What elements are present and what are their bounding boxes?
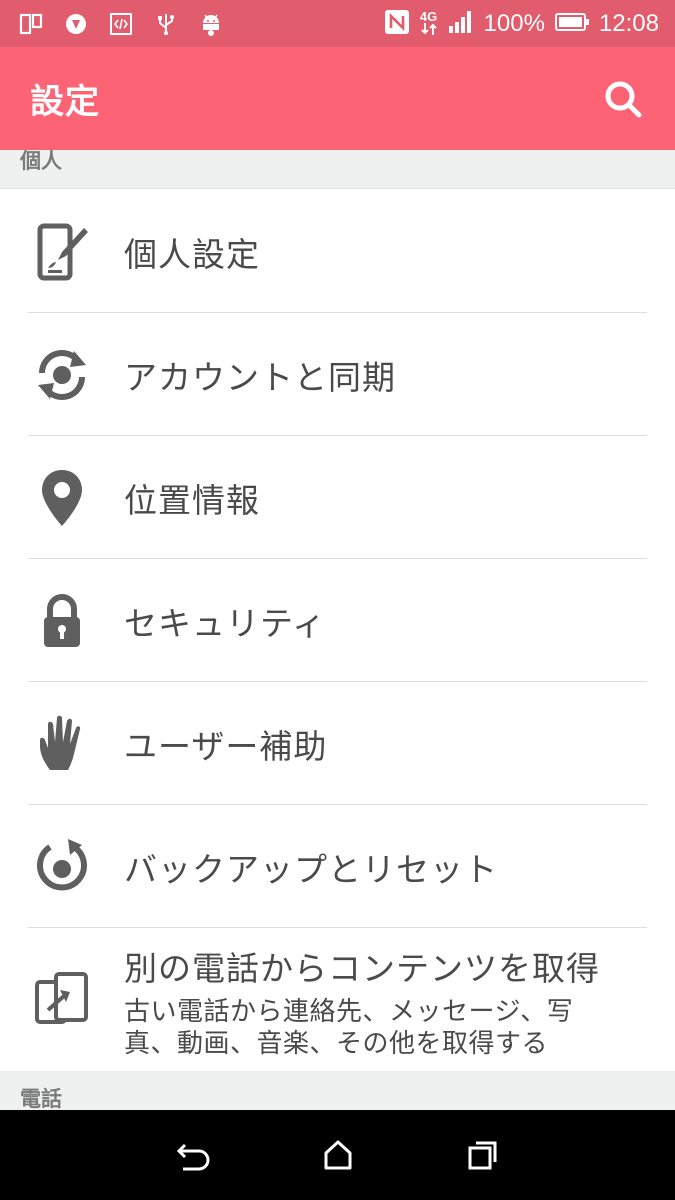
settings-item-backup-reset[interactable]: バックアップとリセット (0, 805, 675, 928)
4g-data-icon: 4G (419, 8, 438, 36)
app-bar: 設定 (0, 47, 675, 150)
settings-item-label: セキュリティ (124, 603, 327, 643)
section-header-phone: 電話 (0, 1071, 675, 1111)
settings-item-personalize[interactable]: 個人設定 (0, 190, 675, 313)
backup-icon (32, 837, 92, 897)
signal-icon (448, 10, 474, 38)
status-right-icons: 4G 100% 12:08 (374, 9, 659, 39)
settings-screen: 4G 100% 12:08 設定 個人 個人設定 アカウントと同期 位置情報 セ… (0, 0, 675, 1200)
settings-item-location[interactable]: 位置情報 (0, 436, 675, 559)
search-icon (605, 81, 642, 117)
settings-item-label: ユーザー補助 (124, 726, 328, 766)
navigation-bar (0, 1110, 675, 1200)
settings-item-sublabel: 古い電話から連絡先、メッセージ、写真、動画、音楽、その他を取得する (124, 997, 574, 1059)
nfc-icon (384, 9, 410, 39)
settings-item-accounts-sync[interactable]: アカウントと同期 (0, 313, 675, 436)
settings-item-text: 別の電話からコンテンツを取得 古い電話から連絡先、メッセージ、写真、動画、音楽、… (124, 942, 624, 1060)
settings-item-label: 別の電話からコンテンツを取得 (124, 949, 600, 988)
home-button[interactable] (308, 1125, 368, 1185)
phone-transfer-icon (32, 970, 92, 1030)
settings-item-label: バックアップとリセット (124, 849, 498, 889)
settings-item-get-content[interactable]: 別の電話からコンテンツを取得 古い電話から連絡先、メッセージ、写真、動画、音楽、… (0, 928, 675, 1071)
android-icon (198, 11, 224, 37)
home-icon (324, 1140, 351, 1170)
settings-item-label: 位置情報 (124, 480, 260, 520)
network-type: 4G (419, 8, 438, 24)
recents-icon (468, 1141, 496, 1170)
settings-list: 個人設定 アカウントと同期 位置情報 セキュリティ ユーザー補助 バックアップと… (0, 190, 675, 1071)
settings-item-accessibility[interactable]: ユーザー補助 (0, 682, 675, 805)
lock-icon (32, 591, 92, 651)
hand-icon (32, 714, 92, 774)
settings-item-label: 個人設定 (124, 234, 260, 274)
search-button[interactable] (601, 77, 645, 121)
location-pin-icon (32, 468, 92, 528)
status-left-icons (18, 11, 243, 37)
recents-button[interactable] (453, 1125, 513, 1185)
settings-item-label: アカウントと同期 (124, 357, 396, 397)
battery-percent: 100% (483, 9, 545, 37)
shield-icon (63, 11, 89, 37)
multi-window-icon (18, 11, 44, 37)
code-icon (108, 11, 134, 37)
section-header-personal: 個人 (0, 150, 675, 189)
battery-icon (554, 12, 589, 35)
clock: 12:08 (598, 9, 659, 37)
status-bar: 4G 100% 12:08 (0, 0, 675, 47)
usb-icon (153, 11, 179, 37)
back-icon (176, 1143, 209, 1171)
page-title: 設定 (30, 82, 100, 122)
settings-item-security[interactable]: セキュリティ (0, 559, 675, 682)
back-button[interactable] (163, 1125, 223, 1185)
sync-icon (32, 345, 92, 405)
personalize-icon (32, 222, 92, 282)
